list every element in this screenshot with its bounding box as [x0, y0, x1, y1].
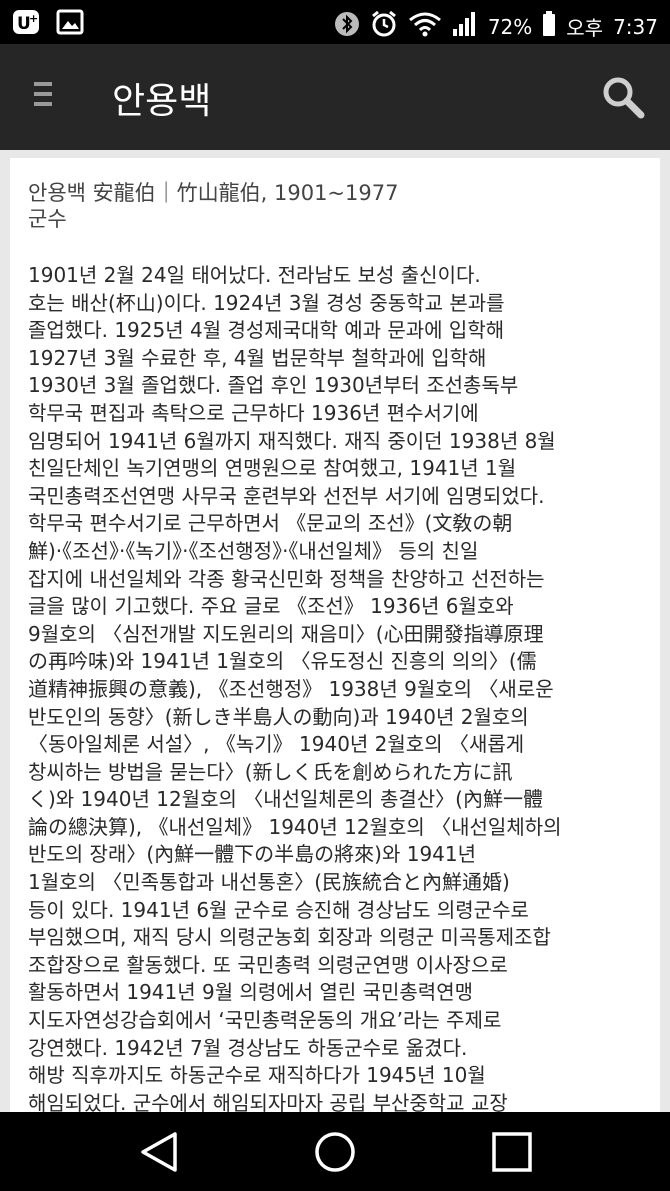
clock-time: 7:37 [613, 14, 658, 39]
bluetooth-icon [334, 11, 360, 42]
article-line: 등이 있다. 1941년 6월 군수로 승진해 경상남도 의령군수로 [28, 897, 529, 922]
article-line: 해임되었다. 군수에서 해임되자마자 공립 부산중학교 교장 [28, 1090, 508, 1112]
article-line: く)와 1940년 12월호의 〈내선일체론의 총결산〉(內鮮一體 [28, 787, 543, 812]
back-icon[interactable] [137, 1130, 181, 1174]
search-icon[interactable] [600, 74, 646, 120]
svg-text:+: + [29, 12, 38, 25]
article-header: 안용백 安龍伯｜竹山龍伯, 1901~1977 군수 [28, 180, 398, 232]
article-line: 조합장으로 활동했다. 또 국민총력 의령군연맹 이사장으로 [28, 952, 508, 977]
article-line: 1월호의 〈민족통합과 내선통혼〉(民族統合と內鮮通婚) [28, 870, 510, 895]
app-bar: 안용백 [0, 44, 670, 150]
article-line: 강연했다. 1942년 7월 경상남도 하동군수로 옮겼다. [28, 1035, 468, 1060]
article-line: 임명되어 1941년 6월까지 재직했다. 재직 중이던 1938년 8월 [28, 428, 556, 453]
article-line: 지도자연성강습회에서 ‘국민총력운동의 개요’라는 주제로 [28, 1008, 502, 1033]
article-line: 鮮)·《조선》·《녹기》·《조선행정》·《내선일체》 등의 친일 [28, 538, 479, 563]
article-line: 1930년 3월 졸업했다. 졸업 후인 1930년부터 조선총독부 [28, 373, 519, 398]
gallery-icon [56, 8, 84, 40]
battery-icon [542, 11, 556, 42]
ampm-label: 오후 [566, 16, 604, 40]
article-line: 반도인의 동향〉(新しき半島人の動向)과 1940년 2월호의 [28, 704, 529, 729]
wifi-icon [408, 11, 442, 42]
article-line: 글을 많이 기고했다. 주요 글로 《조선》 1936년 6월호와 [28, 594, 514, 619]
article-line: 論の總決算), 《내선일체》 1940년 12월호의 〈내선일체하의 [28, 814, 562, 839]
article-line: 국민총력조선연맹 사무국 훈련부와 선전부 서기에 임명되었다. [28, 483, 545, 508]
article-card: 안용백 安龍伯｜竹山龍伯, 1901~1977 군수 1901년 2월 24일 … [10, 158, 660, 1112]
u-plus-icon: U + [12, 8, 42, 40]
battery-percent: 72% [487, 14, 533, 39]
article-line: 친일단체인 녹기연맹의 연맹원으로 참여했고, 1941년 1월 [28, 456, 517, 481]
alarm-icon [370, 10, 398, 43]
page-title: 안용백 [112, 81, 212, 122]
article-line: 9월호의 〈심전개발 지도원리의 재음미〉(心田開發指導原理 [28, 621, 544, 646]
signal-icon [452, 11, 478, 42]
home-icon[interactable] [313, 1130, 357, 1174]
article-line: 학무국 편수서기로 근무하면서 《문교의 조선》(文敎の朝 [28, 511, 513, 536]
article-line: 학무국 편집과 촉탁으로 근무하다 1936년 편수서기에 [28, 400, 479, 425]
article-line: 졸업했다. 1925년 4월 경성제국대학 예과 문과에 입학해 [28, 318, 505, 343]
article-line: 반도의 장래〉(內鮮一體下の半島の將來)와 1941년 [28, 842, 477, 867]
article-line: 〈동아일체론 서설〉, 《녹기》 1940년 2월호의 〈새롭게 [28, 732, 525, 757]
recents-icon[interactable] [490, 1130, 534, 1174]
article-line: の再吟味)와 1941년 1월호의 〈유도정신 진흥의 의의〉(儒 [28, 649, 537, 674]
article-body: 1901년 2월 24일 태어났다. 전라남도 보성 출신이다. 호는 배산(杯山… [28, 262, 648, 1112]
name-line: 안용백 安龍伯｜竹山龍伯, 1901~1977 [28, 181, 399, 205]
navigation-bar [0, 1112, 670, 1191]
status-bar: U + 72% 오후 7:37 [0, 0, 670, 44]
article-line: 해방 직후까지도 하동군수로 재직하다가 1945년 10월 [28, 1063, 486, 1088]
article-line: 활동하면서 1941년 9월 의령에서 열린 국민총력연맹 [28, 980, 474, 1005]
article-line: 창씨하는 방법을 묻는다〉(新しく氏を創められた方に訊 [28, 759, 513, 784]
menu-icon[interactable] [30, 82, 58, 112]
article-line: 부임했으며, 재직 당시 의령군농회 회장과 의령군 미곡통제조합 [28, 925, 551, 950]
article-line: 1927년 3월 수료한 후, 4월 법문학부 철학과에 입학해 [28, 345, 487, 370]
article-line: 잡지에 내선일체와 각종 황국신민화 정책을 찬양하고 선전하는 [28, 566, 545, 591]
article-line: 호는 배산(杯山)이다. 1924년 3월 경성 중동학교 본과를 [28, 290, 505, 315]
role-line: 군수 [28, 207, 67, 231]
article-line: 1901년 2월 24일 태어났다. 전라남도 보성 출신이다. [28, 263, 481, 287]
article-line: 道精神振興の意義), 《조선행정》 1938년 9월호의 〈새로운 [28, 676, 554, 701]
